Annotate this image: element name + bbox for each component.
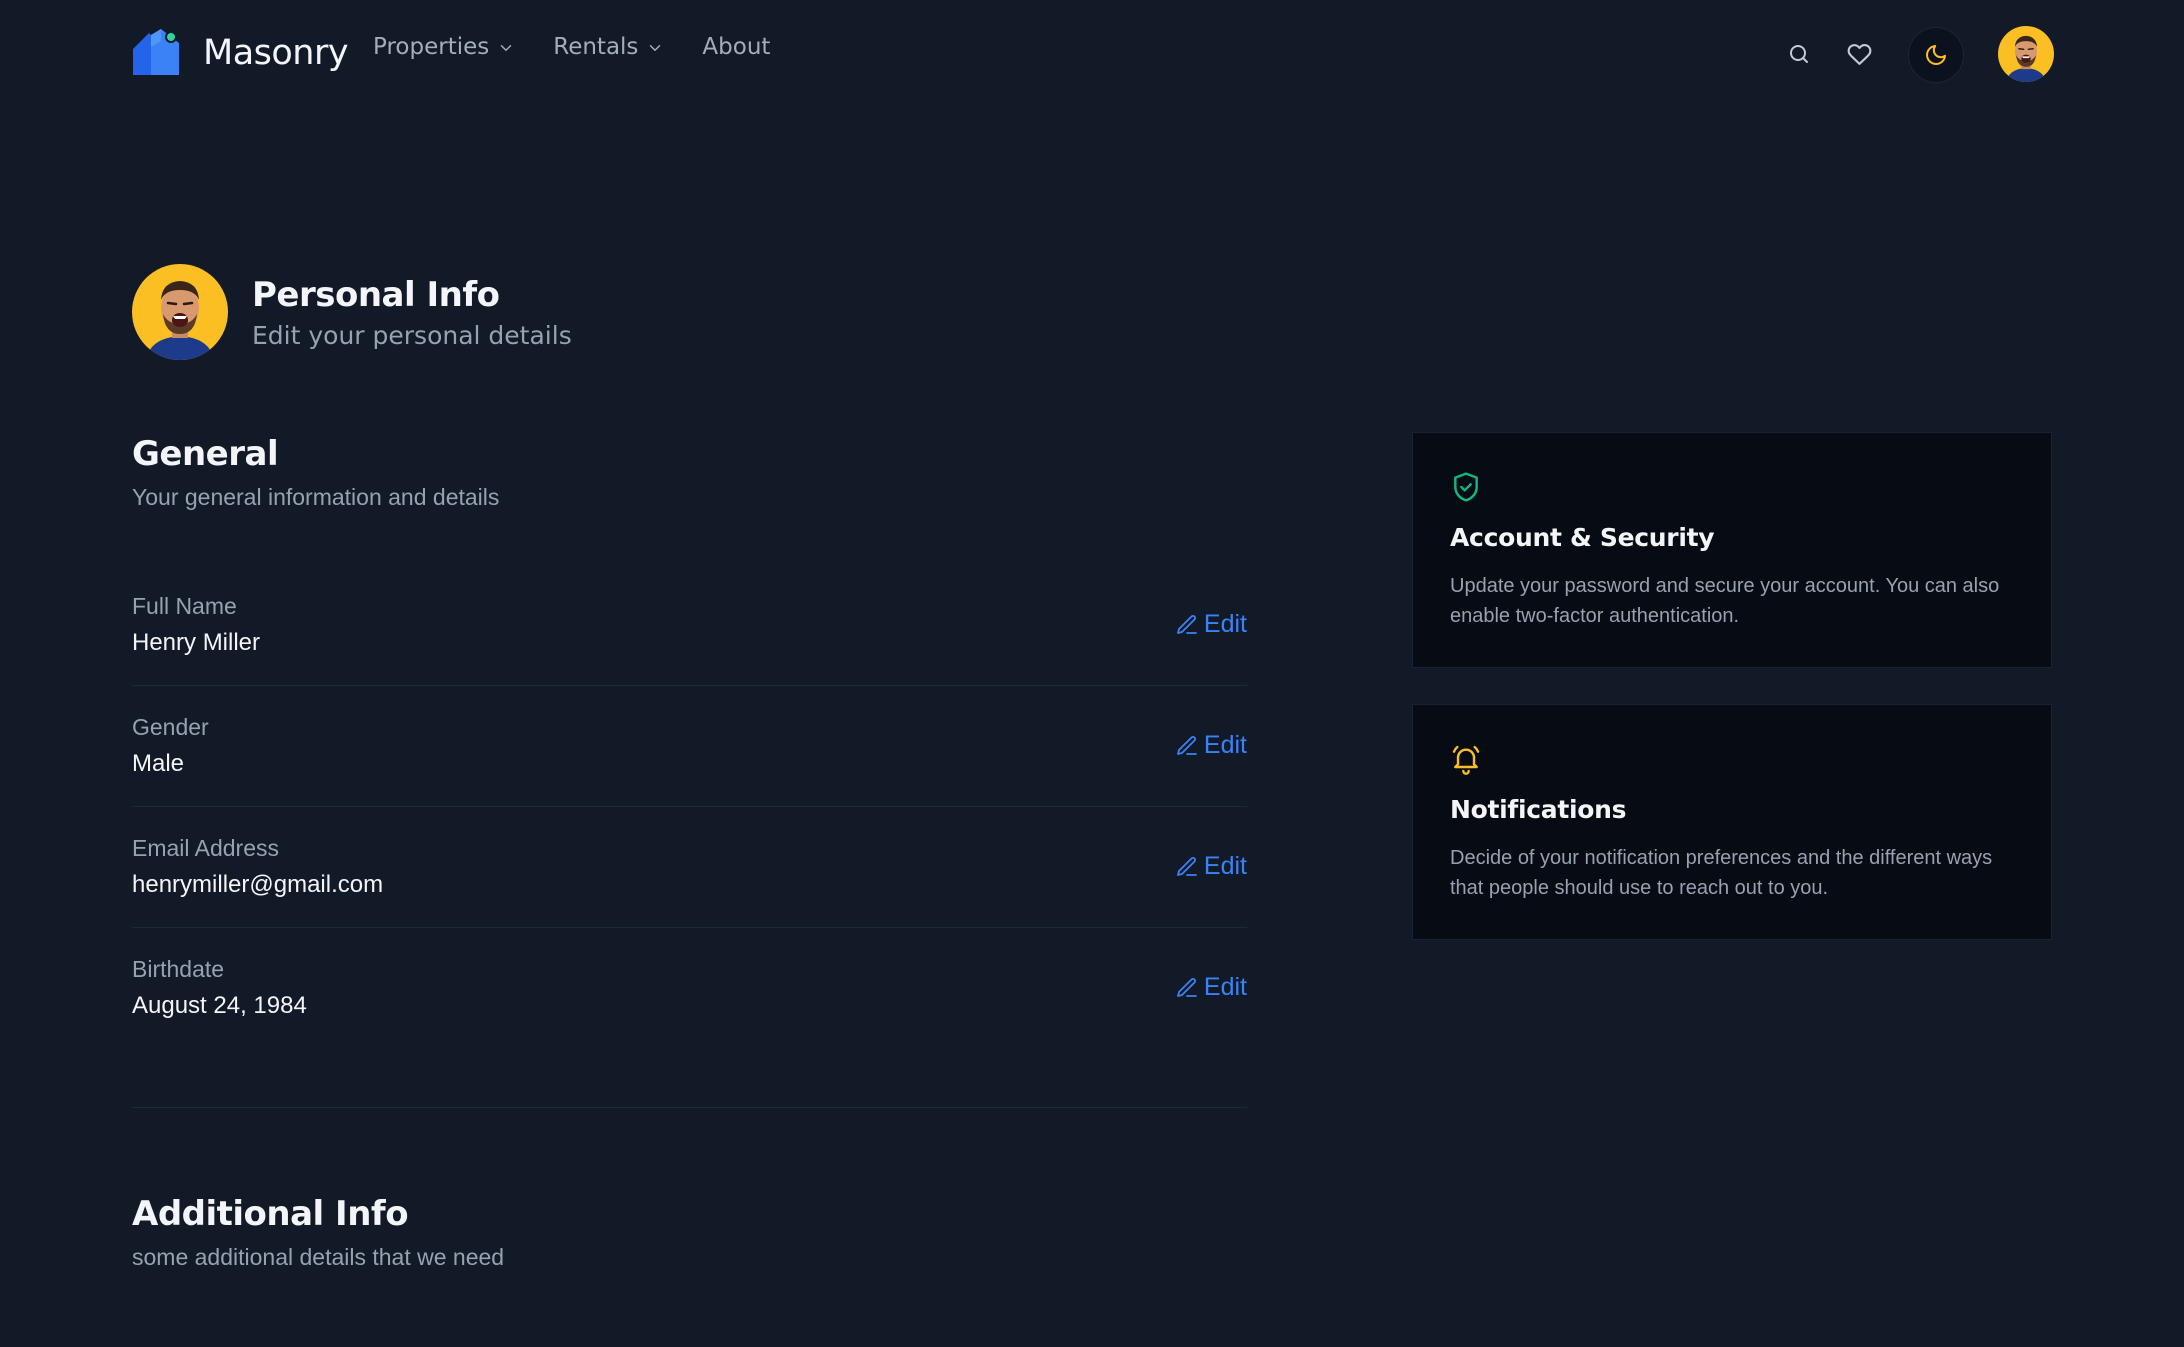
edit-label: Edit <box>1203 973 1247 1001</box>
profile-header: Personal Info Edit your personal details <box>132 264 572 360</box>
field-row-full-name: Full Name Henry Miller Edit <box>132 565 1247 686</box>
field-value: Henry Miller <box>132 629 261 656</box>
edit-birthdate-button[interactable]: Edit <box>1175 973 1247 1002</box>
field-label: Birthdate <box>132 956 225 982</box>
pencil-icon <box>1177 614 1197 634</box>
section-divider <box>132 1107 1247 1108</box>
field-value: Male <box>132 750 185 777</box>
user-avatar[interactable] <box>1998 26 2054 82</box>
field-label: Gender <box>132 714 209 740</box>
search-icon <box>1790 45 1808 63</box>
card-title: Notifications <box>1450 795 1627 824</box>
edit-full-name-button[interactable]: Edit <box>1175 610 1247 639</box>
field-label: Full Name <box>132 593 237 619</box>
edit-label: Edit <box>1203 610 1247 638</box>
card-description: Update your password and secure your acc… <box>1450 575 2000 627</box>
user-avatar-image <box>1998 26 2054 82</box>
bell-icon <box>1452 745 1480 775</box>
moon-icon <box>1926 45 1946 65</box>
page-title: Personal Info <box>252 274 500 315</box>
pencil-icon <box>1177 856 1197 876</box>
heart-icon <box>1847 43 1871 65</box>
profile-avatar-image <box>132 264 228 360</box>
page-subtitle: Edit your personal details <box>252 320 572 350</box>
additional-section-description: some additional details that we need <box>132 1244 505 1270</box>
notifications-card[interactable]: Notifications Decide of your notificatio… <box>1412 704 2052 940</box>
profile-avatar[interactable] <box>132 264 228 360</box>
nav-actions <box>0 24 2184 83</box>
general-section-title: General <box>132 434 279 474</box>
field-label: Email Address <box>132 835 280 861</box>
profile-text: Personal Info Edit your personal details <box>252 275 572 350</box>
edit-label: Edit <box>1203 852 1247 880</box>
card-title: Account & Security <box>1450 523 1715 552</box>
pencil-icon <box>1177 735 1197 755</box>
field-row-email: Email Address henrymiller@gmail.com Edit <box>132 807 1247 928</box>
edit-label: Edit <box>1203 731 1247 759</box>
card-description: Decide of your notification preferences … <box>1450 847 1993 899</box>
favorites-button[interactable] <box>1843 38 1875 70</box>
account-security-card[interactable]: Account & Security Update your password … <box>1412 432 2052 668</box>
general-section-description: Your general information and details <box>132 484 500 510</box>
field-value: henrymiller@gmail.com <box>132 871 384 898</box>
general-field-list: Full Name Henry Miller Edit Gender Male … <box>132 565 1247 1049</box>
edit-gender-button[interactable]: Edit <box>1175 731 1247 760</box>
top-navbar: Masonry Properties Rentals About <box>0 0 2184 106</box>
search-button[interactable] <box>1783 38 1815 70</box>
field-value: August 24, 1984 <box>132 992 307 1019</box>
edit-email-button[interactable]: Edit <box>1175 852 1247 881</box>
theme-toggle-button[interactable] <box>1908 27 1964 83</box>
field-row-birthdate: Birthdate August 24, 1984 Edit <box>132 928 1247 1049</box>
pencil-icon <box>1177 977 1197 997</box>
field-row-gender: Gender Male Edit <box>132 686 1247 807</box>
additional-section-title: Additional Info <box>132 1194 409 1234</box>
shield-check-icon <box>1454 472 1478 502</box>
